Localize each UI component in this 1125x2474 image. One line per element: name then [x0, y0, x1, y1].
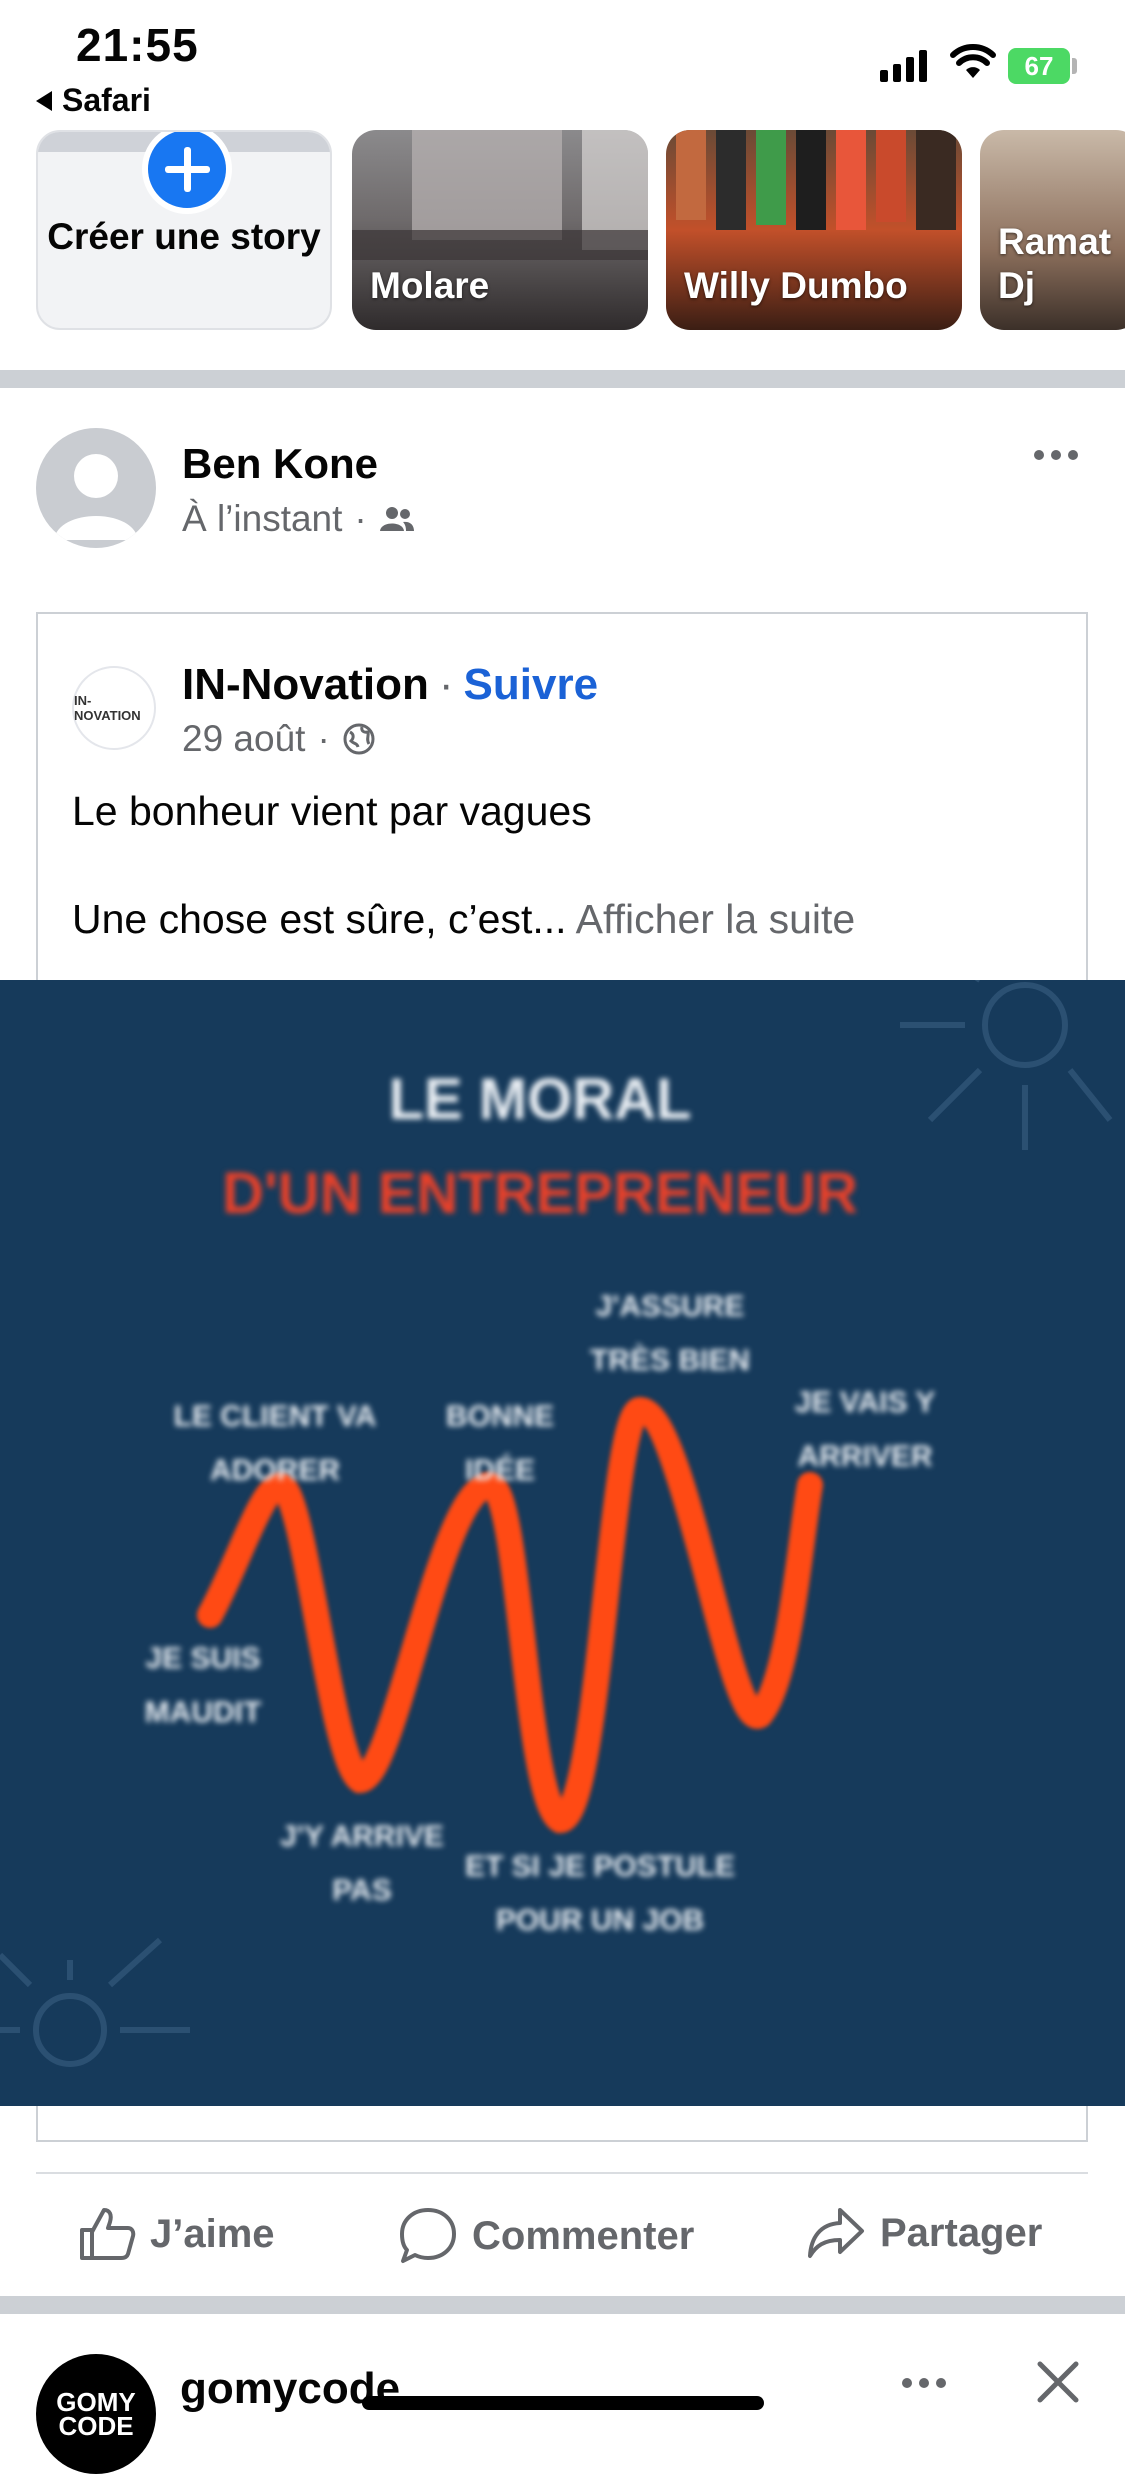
status-time: 21:55 [76, 19, 199, 71]
header-separator: · [438, 660, 454, 709]
thumbs-up-icon [80, 2208, 136, 2260]
public-globe-icon [343, 723, 375, 755]
follow-button[interactable]: Suivre [464, 660, 599, 710]
shared-page-header: IN-Novation · Suivre [182, 660, 598, 710]
post-image[interactable]: LE MORAL D'UN ENTREPRENEUR JE SUIS MAUDI… [0, 980, 1125, 2106]
shared-post-date: 29 août [182, 718, 306, 759]
story-name: Ramat Dj [998, 221, 1112, 306]
image-label: LE CLIENT VA ADORER [173, 1400, 377, 1487]
home-indicator[interactable] [362, 2396, 764, 2410]
close-icon[interactable] [1034, 2358, 1082, 2406]
back-arrow-icon [36, 90, 52, 111]
share-button[interactable]: Partager [806, 2206, 1042, 2260]
share-label: Partager [880, 2210, 1043, 2255]
share-arrow-icon [808, 2208, 864, 2258]
post-author-name[interactable]: Ben Kone [182, 440, 378, 488]
create-story-card[interactable]: Créer une story [36, 130, 332, 330]
next-post-more-options-icon[interactable] [902, 2378, 946, 2388]
post-time: À l’instant [182, 498, 343, 539]
actions-divider [36, 2172, 1088, 2174]
plus-icon [142, 132, 232, 214]
story-name: Molare [370, 265, 490, 306]
back-app-label: Safari [62, 82, 151, 118]
friends-audience-icon [379, 507, 414, 531]
shared-post-text-line2: Une chose est sûre, c’est... Afficher la… [72, 896, 855, 943]
image-label: J'ASSURE TRÈS BIEN [589, 1290, 751, 1377]
comment-button[interactable]: Commenter [398, 2206, 694, 2266]
battery-tip [1072, 58, 1077, 74]
shared-page-name[interactable]: IN-Novation [182, 660, 429, 710]
meta-separator: · [354, 498, 367, 539]
feed-divider [0, 370, 1125, 388]
post-meta: À l’instant · [182, 498, 415, 540]
comment-bubble-icon [400, 2208, 456, 2263]
shared-post-text-line1: Le bonheur vient par vagues [72, 788, 592, 834]
wifi-icon [950, 44, 996, 78]
image-subtitle: D'UN ENTREPRENEUR [222, 1161, 858, 1226]
author-avatar[interactable] [36, 428, 156, 548]
battery-level: 67 [1024, 50, 1054, 81]
story-card-willy-dumbo[interactable]: Willy Dumbo [666, 130, 962, 330]
image-label: BONNE IDÉE [445, 1400, 555, 1487]
create-story-label: Créer une story [47, 216, 321, 257]
like-label: J’aime [150, 2211, 275, 2256]
comment-label: Commenter [472, 2213, 695, 2258]
battery-icon: 67 [1008, 48, 1070, 84]
post-text-excerpt: Une chose est sûre, c’est... [72, 896, 567, 942]
meta-separator: · [317, 718, 330, 759]
page-logo[interactable]: IN-NOVATION [72, 666, 156, 750]
shared-post-meta: 29 août · [182, 718, 376, 760]
next-post-avatar[interactable]: GOMY CODE [36, 2354, 156, 2474]
feed-divider [0, 2296, 1125, 2314]
cellular-signal-icon [880, 50, 927, 82]
image-label: JE SUIS MAUDIT [144, 1642, 262, 1729]
story-card-molare[interactable]: Molare [352, 130, 648, 330]
story-card-ramat-dj[interactable]: Ramat Dj [980, 130, 1125, 330]
image-label: JE VAIS Y ARRIVER [794, 1386, 936, 1473]
default-user-icon [54, 454, 138, 540]
story-name: Willy Dumbo [684, 265, 908, 306]
back-to-safari[interactable]: Safari [36, 82, 151, 119]
like-button[interactable]: J’aime [78, 2206, 275, 2262]
post-more-options-icon[interactable] [1034, 450, 1078, 460]
image-title: LE MORAL [388, 1067, 692, 1132]
image-label: ET SI JE POSTULE POUR UN JOB [464, 1850, 736, 1937]
image-label: J'Y ARRIVE PAS [280, 1820, 444, 1907]
see-more-link[interactable]: Afficher la suite [576, 896, 856, 942]
